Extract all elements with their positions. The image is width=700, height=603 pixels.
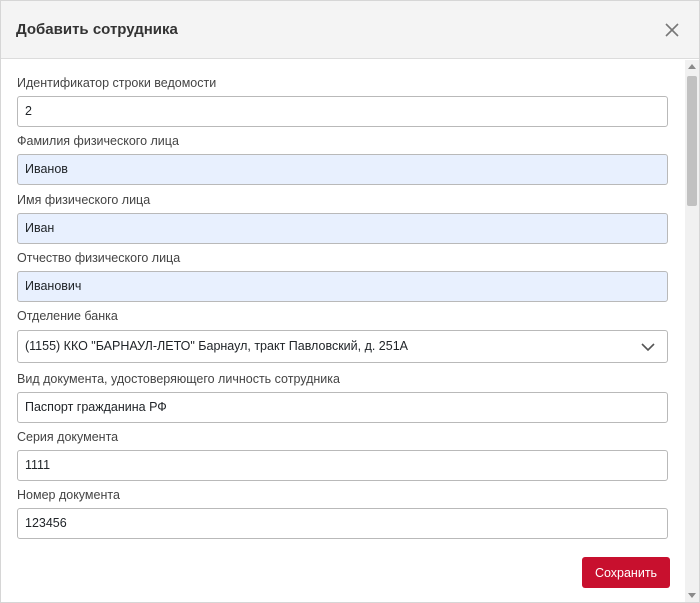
scrollbar[interactable] — [685, 60, 699, 602]
doc-series-input[interactable]: 1111 — [17, 450, 668, 481]
patronymic-input[interactable]: Иванович — [17, 271, 668, 302]
scroll-down-arrow-icon[interactable] — [688, 593, 696, 598]
first-name-label: Имя физического лица — [17, 193, 151, 207]
row-id-input[interactable]: 2 — [17, 96, 668, 127]
add-employee-dialog: Добавить сотрудника Идентификатор строки… — [0, 0, 700, 603]
scroll-thumb[interactable] — [687, 76, 697, 206]
save-button[interactable]: Сохранить — [582, 557, 670, 588]
bank-branch-value: (1155) ККО "БАРНАУЛ-ЛЕТО" Барнаул, тракт… — [25, 339, 409, 353]
close-icon[interactable] — [661, 19, 683, 41]
patronymic-label: Отчество физического лица — [17, 251, 181, 265]
last-name-label: Фамилия физического лица — [17, 134, 179, 148]
bank-branch-select[interactable]: (1155) ККО "БАРНАУЛ-ЛЕТО" Барнаул, тракт… — [17, 330, 668, 363]
doc-type-label: Вид документа, удостоверяющего личность … — [17, 372, 340, 386]
doc-series-label: Серия документа — [17, 430, 119, 444]
doc-number-input[interactable]: 123456 — [17, 508, 668, 539]
dialog-body: Идентификатор строки ведомости 2 Фамилия… — [1, 60, 685, 545]
doc-number-label: Номер документа — [17, 488, 120, 502]
chevron-down-icon — [641, 343, 655, 352]
dialog-header: Добавить сотрудника — [1, 1, 699, 59]
row-id-label: Идентификатор строки ведомости — [17, 76, 217, 90]
dialog-title: Добавить сотрудника — [16, 21, 178, 38]
first-name-input[interactable]: Иван — [17, 213, 668, 244]
doc-type-input[interactable]: Паспорт гражданина РФ — [17, 392, 668, 423]
bank-branch-label: Отделение банка — [17, 309, 118, 323]
last-name-input[interactable]: Иванов — [17, 154, 668, 185]
scroll-up-arrow-icon[interactable] — [688, 64, 696, 69]
